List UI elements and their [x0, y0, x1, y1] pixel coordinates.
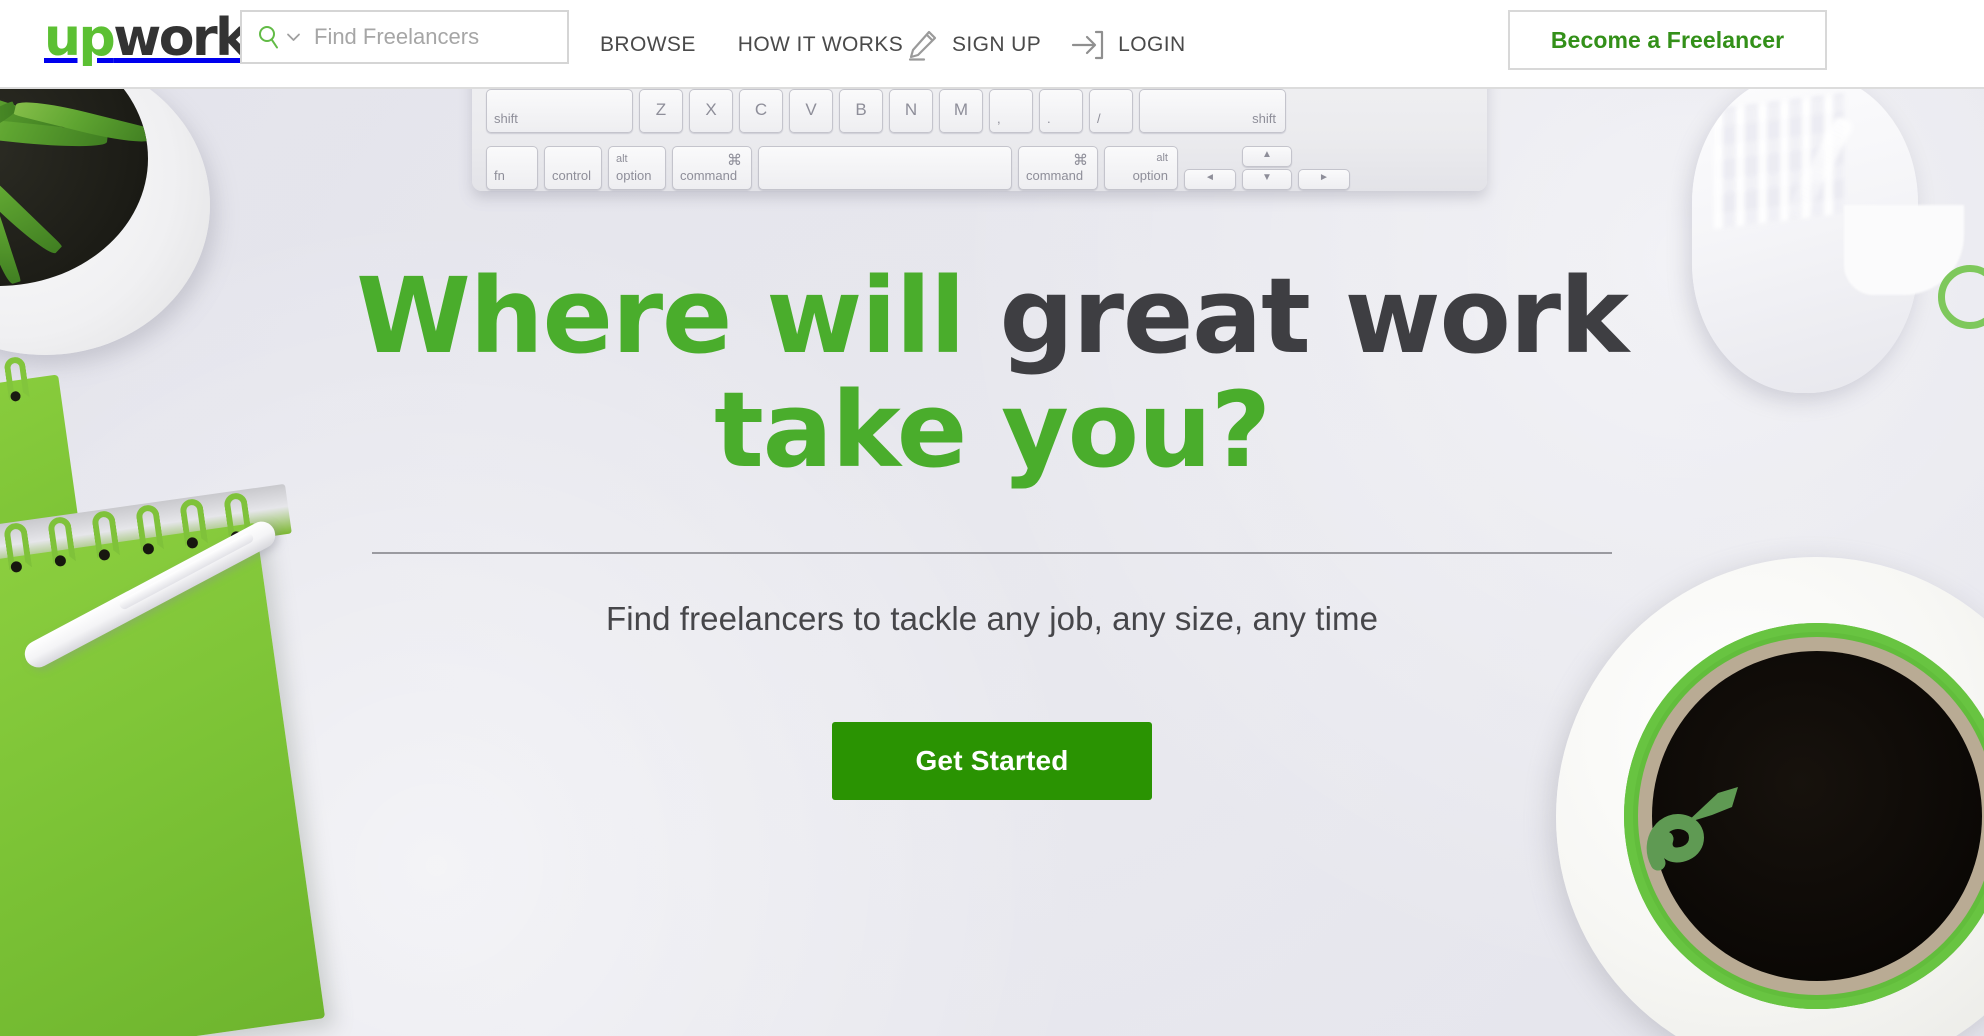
primary-nav: BROWSE HOW IT WORKS [600, 0, 903, 89]
site-header: up work TM BROWSE HOW IT WORKS SIGN UP [0, 0, 1984, 89]
sign-up-label: SIGN UP [952, 32, 1042, 56]
login-label: LOGIN [1118, 32, 1186, 56]
nav-browse[interactable]: BROWSE [600, 33, 696, 57]
headline-part-2: great work [999, 255, 1630, 377]
headline-part-3: take you? [714, 369, 1271, 492]
logo-text-up: up [44, 8, 116, 68]
sign-up-link[interactable]: SIGN UP [905, 28, 1041, 62]
search-box[interactable] [240, 10, 569, 64]
upwork-logo[interactable]: up work TM [44, 12, 268, 64]
hero-section: shift Z X C V B N M , . / shift fn contr… [0, 89, 1984, 1036]
hero-content: Where will great work take you? Find fre… [0, 89, 1984, 800]
page-title: Where will great work take you? [0, 259, 1984, 488]
pencil-icon [908, 30, 937, 61]
login-arrow-icon [1072, 30, 1104, 59]
headline-part-1: Where will [356, 255, 966, 377]
search-input[interactable] [314, 24, 544, 50]
login-link[interactable]: LOGIN [1071, 29, 1185, 61]
auth-nav: SIGN UP LOGIN [905, 0, 1186, 89]
nav-how-it-works[interactable]: HOW IT WORKS [738, 33, 903, 57]
hero-subtitle: Find freelancers to tackle any job, any … [605, 599, 1379, 637]
chevron-down-icon[interactable] [286, 31, 301, 43]
search-icon[interactable] [258, 25, 280, 49]
hero-divider [372, 551, 1612, 554]
logo-text-work: work [113, 8, 250, 68]
become-a-freelancer-button[interactable]: Become a Freelancer [1508, 10, 1827, 70]
get-started-button[interactable]: Get Started [832, 721, 1152, 800]
